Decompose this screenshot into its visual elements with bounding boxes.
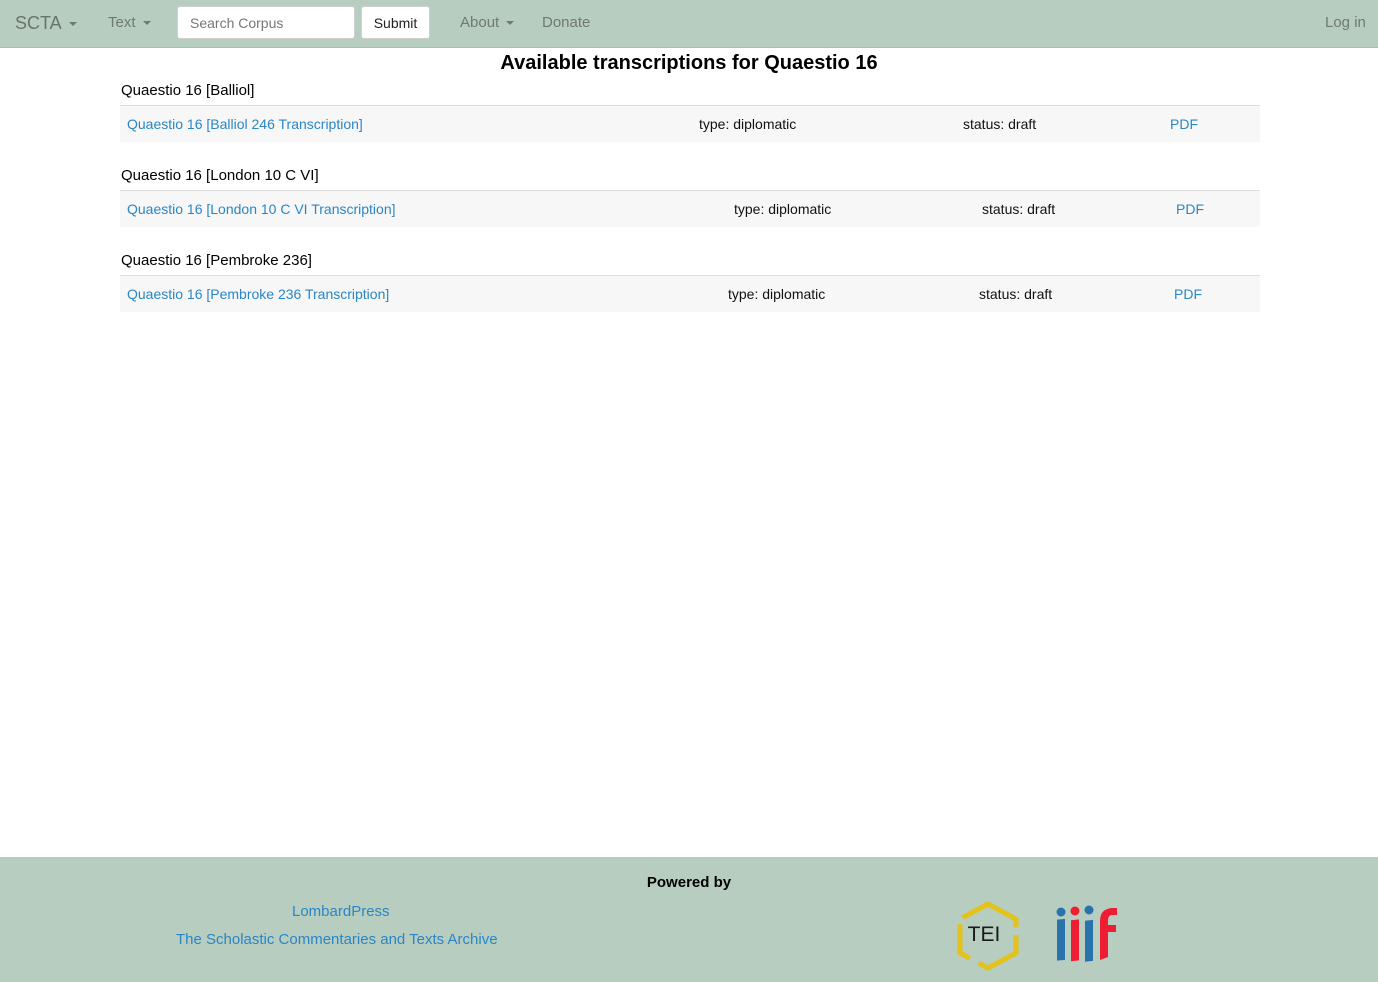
- text-menu-label: Text: [108, 14, 136, 31]
- section-heading-london: Quaestio 16 [London 10 C VI]: [121, 167, 319, 184]
- type-label: type: diplomatic: [734, 201, 832, 217]
- footer: Powered by LombardPress The Scholastic C…: [0, 857, 1378, 982]
- type-label: type: diplomatic: [699, 116, 797, 132]
- transcription-link[interactable]: Quaestio 16 [London 10 C VI Transcriptio…: [127, 191, 396, 228]
- transcription-row-balliol: Quaestio 16 [Balliol 246 Transcription] …: [120, 105, 1260, 142]
- about-menu[interactable]: About: [460, 0, 515, 46]
- pdf-link[interactable]: PDF: [1176, 191, 1204, 228]
- donate-link[interactable]: Donate: [542, 0, 590, 46]
- section-heading-pembroke: Quaestio 16 [Pembroke 236]: [121, 252, 312, 269]
- transcription-link[interactable]: Quaestio 16 [Balliol 246 Transcription]: [127, 106, 363, 143]
- about-menu-label: About: [460, 14, 500, 31]
- powered-by-label: Powered by: [646, 874, 732, 891]
- tei-logo-text: TEI: [968, 923, 1001, 946]
- iiif-logo-icon: [1056, 905, 1117, 962]
- login-link[interactable]: Log in: [1325, 0, 1366, 46]
- submit-button[interactable]: Submit: [361, 6, 430, 39]
- transcription-link[interactable]: Quaestio 16 [Pembroke 236 Transcription]: [127, 276, 389, 313]
- page-title: Available transcriptions for Quaestio 16: [500, 52, 878, 74]
- chevron-down-icon: [506, 21, 515, 26]
- pdf-link[interactable]: PDF: [1170, 106, 1198, 143]
- transcription-row-pembroke: Quaestio 16 [Pembroke 236 Transcription]…: [120, 275, 1260, 312]
- chevron-down-icon: [68, 22, 77, 27]
- section-heading-balliol: Quaestio 16 [Balliol]: [121, 82, 255, 99]
- transcription-row-london: Quaestio 16 [London 10 C VI Transcriptio…: [120, 190, 1260, 227]
- status-label: status: draft: [979, 286, 1053, 302]
- search-input[interactable]: [177, 6, 355, 39]
- scta-archive-link[interactable]: The Scholastic Commentaries and Texts Ar…: [176, 931, 498, 948]
- brand-menu[interactable]: SCTA: [15, 0, 77, 46]
- tei-logo[interactable]: TEI: [954, 901, 1022, 971]
- status-label: status: draft: [963, 116, 1037, 132]
- tei-logo-icon: TEI: [957, 901, 1019, 971]
- brand-label: SCTA: [15, 13, 62, 33]
- status-label: status: draft: [982, 201, 1056, 217]
- lombardpress-link[interactable]: LombardPress: [292, 903, 390, 920]
- text-menu[interactable]: Text: [108, 0, 151, 46]
- iiif-logo[interactable]: [1054, 905, 1120, 963]
- chevron-down-icon: [142, 21, 151, 26]
- pdf-link[interactable]: PDF: [1174, 276, 1202, 313]
- top-navbar: SCTA Text Submit About Donate Log in: [0, 0, 1378, 48]
- type-label: type: diplomatic: [728, 286, 826, 302]
